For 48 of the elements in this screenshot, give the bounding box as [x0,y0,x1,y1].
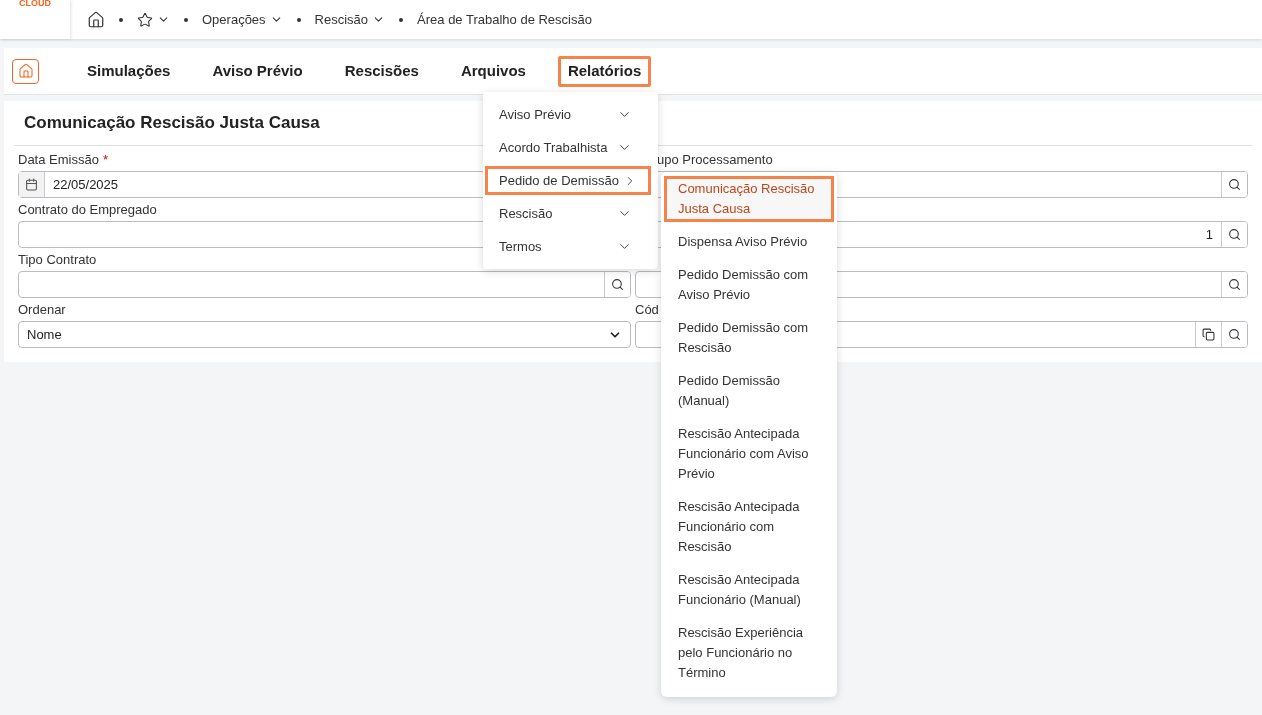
form-title: Comunicação Rescisão Justa Causa [24,112,320,135]
tab[interactable]: Aviso Prévio [202,55,313,87]
search-icon [1228,228,1241,241]
submenu-item[interactable]: Rescisão Antecipada Funcionário com Aviso Prévio [664,421,834,487]
submenu-item[interactable]: Comunicação Rescisão Justa Causa [664,176,834,222]
calendar-icon [25,178,38,191]
search-button[interactable] [1221,322,1247,347]
favorites-button[interactable] [137,11,170,28]
menu-item[interactable]: Pedido de Demissão [485,166,651,195]
home-icon [17,63,34,79]
copy-icon [1202,328,1215,341]
search-button[interactable] [1221,222,1247,247]
select-field[interactable]: Nome [18,321,631,348]
field-label: Contrato do Empregado [18,200,157,219]
home-icon[interactable] [87,10,105,29]
field-value: 1 [1205,226,1213,242]
field-label: Data Emissão [18,150,99,169]
search-button[interactable] [604,272,630,297]
lookup-field[interactable] [18,271,631,298]
search-button[interactable] [1221,172,1247,197]
field-label: Cód [635,300,659,319]
menu-item[interactable]: Acordo Trabalhista [485,133,656,162]
field-label: Tipo Contrato [18,250,97,269]
tab[interactable]: Simulações [77,55,181,87]
field-label: upo Processamento [657,150,773,169]
menu-item[interactable]: Aviso Prévio [485,100,656,129]
search-icon [1228,278,1241,291]
submenu-item[interactable]: Pedido Demissão com Rescisão [664,315,834,361]
search-button[interactable] [1221,272,1247,297]
required-marker: * [102,150,108,169]
search-icon [611,278,624,291]
star-icon [137,11,153,28]
field-label: Ordenar [18,300,66,319]
breadcrumb-item[interactable]: Rescisão [314,9,386,30]
tab[interactable]: Arquivos [450,55,536,87]
submenu-item[interactable]: Pedido Demissão (Manual) [664,368,834,414]
home-button[interactable] [12,58,39,84]
tab[interactable]: Rescisões [334,55,429,87]
submenu-item[interactable]: Rescisão Experiência pelo Funcionário no Término [664,620,834,686]
submenu-item[interactable]: Pedido Demissão com Aviso Prévio [664,262,834,308]
tab[interactable]: Relatórios [557,55,652,87]
submenu-item[interactable]: Rescisão Antecipada Funcionário com Rescisão [664,494,834,560]
date-value: 22/05/2025 [52,175,120,194]
submenu-item[interactable]: Rescisão Antecipada Funcionário (Manual) [664,567,834,613]
breadcrumb-item[interactable]: Operações [202,9,283,30]
breadcrumb-item[interactable]: Área de Trabalho de Rescisão [417,9,592,30]
search-icon [1228,178,1241,191]
search-icon [1228,328,1241,341]
